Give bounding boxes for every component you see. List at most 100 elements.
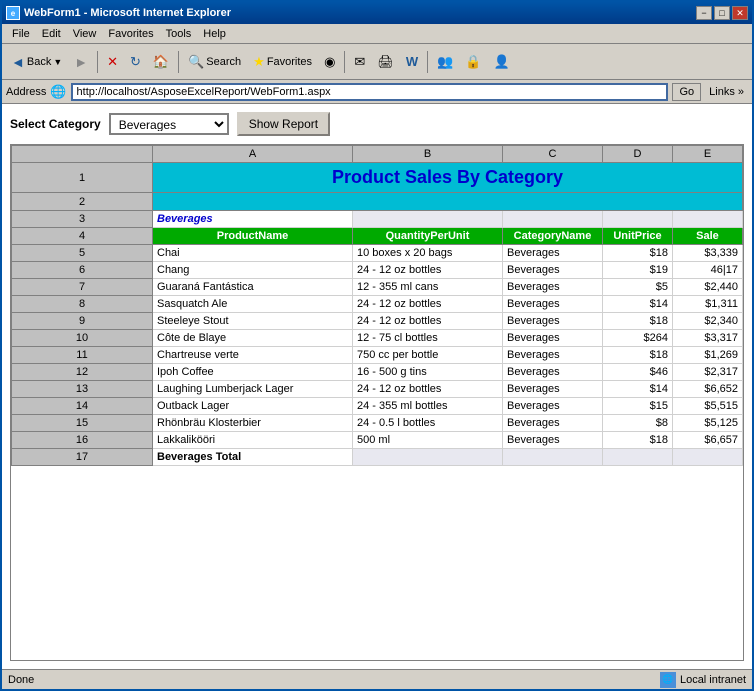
product-15: Rhönbräu Klosterbier (153, 415, 353, 432)
cat-9: Beverages (503, 313, 603, 330)
edit-button[interactable]: W (401, 49, 423, 75)
stop-icon: ✕ (107, 54, 118, 70)
table-header-row: 4 ProductName QuantityPerUnit CategoryNa… (12, 228, 743, 245)
stop-button[interactable]: ✕ (102, 49, 123, 75)
menu-view[interactable]: View (67, 26, 103, 42)
forward-icon: ► (74, 54, 88, 70)
row-num-13: 13 (12, 381, 153, 398)
sale-10: $3,317 (673, 330, 743, 347)
window-title: WebForm1 - Microsoft Internet Explorer (24, 7, 231, 19)
price-14: $15 (603, 398, 673, 415)
mail-icon: ✉ (354, 54, 365, 70)
total-empty-d (603, 449, 673, 466)
refresh-button[interactable]: ↻ (125, 49, 146, 75)
cat-empty-b (353, 211, 503, 228)
qty-12: 16 - 500 g tins (353, 364, 503, 381)
price-12: $46 (603, 364, 673, 381)
select-category-label: Select Category (10, 117, 101, 131)
category-dropdown[interactable]: Beverages Condiments Confections Dairy P… (109, 113, 229, 135)
row-num-6: 6 (12, 262, 153, 279)
sale-5: $3,339 (673, 245, 743, 262)
cat-10: Beverages (503, 330, 603, 347)
go-button[interactable]: Go (672, 83, 701, 101)
address-input[interactable] (71, 83, 669, 101)
price-10: $264 (603, 330, 673, 347)
row-num-8: 8 (12, 296, 153, 313)
table-row: 9 Steeleye Stout 24 - 12 oz bottles Beve… (12, 313, 743, 330)
menu-edit[interactable]: Edit (36, 26, 67, 42)
header-sale: Sale (673, 228, 743, 245)
menu-favorites[interactable]: Favorites (102, 26, 159, 42)
report-title: Product Sales By Category (153, 163, 743, 193)
sale-8: $1,311 (673, 296, 743, 313)
sale-6: 46|17 (673, 262, 743, 279)
price-5: $18 (603, 245, 673, 262)
row-num-7: 7 (12, 279, 153, 296)
search-icon: 🔍 (188, 54, 204, 70)
product-13: Laughing Lumberjack Lager (153, 381, 353, 398)
print-icon: 🖨 (377, 54, 394, 70)
header-qty: QuantityPerUnit (353, 228, 503, 245)
show-report-button[interactable]: Show Report (237, 112, 330, 136)
table-row: 5 Chai 10 boxes x 20 bags Beverages $18 … (12, 245, 743, 262)
col-header-d: D (603, 146, 673, 163)
toolbar-separator-3 (344, 51, 345, 73)
table-row: 14 Outback Lager 24 - 355 ml bottles Bev… (12, 398, 743, 415)
media-button[interactable]: ◉ (319, 49, 340, 75)
menu-tools[interactable]: Tools (160, 26, 198, 42)
close-button[interactable]: ✕ (732, 6, 748, 20)
search-button[interactable]: 🔍 Search (183, 49, 246, 75)
cat-13: Beverages (503, 381, 603, 398)
header-price: UnitPrice (603, 228, 673, 245)
table-row: 8 Sasquatch Ale 24 - 12 oz bottles Bever… (12, 296, 743, 313)
forward-button[interactable]: ► (69, 49, 93, 75)
mail-button[interactable]: ✉ (349, 49, 370, 75)
intranet-icon: 🌐 (660, 672, 676, 688)
home-button[interactable]: 🏠 (148, 49, 174, 75)
sale-14: $5,515 (673, 398, 743, 415)
menu-file[interactable]: File (6, 26, 36, 42)
toolbar-separator-4 (427, 51, 428, 73)
qty-10: 12 - 75 cl bottles (353, 330, 503, 347)
extra-button-2[interactable]: 👤 (488, 49, 514, 75)
total-empty-c (503, 449, 603, 466)
product-7: Guaraná Fantástica (153, 279, 353, 296)
toolbar-separator-1 (97, 51, 98, 73)
total-row: 17 Beverages Total (12, 449, 743, 466)
row-num-5: 5 (12, 245, 153, 262)
row-num-12: 12 (12, 364, 153, 381)
controls-section: Select Category Beverages Condiments Con… (10, 112, 744, 136)
menu-help[interactable]: Help (197, 26, 232, 42)
qty-7: 12 - 355 ml cans (353, 279, 503, 296)
category-name-cell: Beverages (153, 211, 353, 228)
print-button[interactable]: 🖨 (372, 49, 399, 75)
favorites-button[interactable]: ★ Favorites (248, 49, 317, 75)
minimize-button[interactable]: − (696, 6, 712, 20)
maximize-button[interactable]: □ (714, 6, 730, 20)
messenger-icon: 👥 (437, 54, 453, 70)
favorites-label: Favorites (267, 56, 312, 68)
price-8: $14 (603, 296, 673, 313)
links-button[interactable]: Links » (705, 85, 748, 99)
messenger-button[interactable]: 👥 (432, 49, 458, 75)
col-header-b: B (353, 146, 503, 163)
cat-6: Beverages (503, 262, 603, 279)
total-empty-e (673, 449, 743, 466)
cat-8: Beverages (503, 296, 603, 313)
spreadsheet: A B C D E 1 Product Sales By Category (10, 144, 744, 661)
dropdown-icon[interactable]: ▼ (53, 57, 62, 67)
row-num-10: 10 (12, 330, 153, 347)
row-num-14: 14 (12, 398, 153, 415)
home-icon: 🏠 (153, 54, 169, 70)
header-product: ProductName (153, 228, 353, 245)
back-button[interactable]: ◄ Back ▼ (6, 49, 67, 75)
price-11: $18 (603, 347, 673, 364)
price-15: $8 (603, 415, 673, 432)
cat-15: Beverages (503, 415, 603, 432)
extra-button-1[interactable]: 🔒 (460, 49, 486, 75)
qty-6: 24 - 12 oz bottles (353, 262, 503, 279)
col-header-e: E (673, 146, 743, 163)
edit-icon: W (406, 54, 418, 69)
row-num-17: 17 (12, 449, 153, 466)
price-9: $18 (603, 313, 673, 330)
